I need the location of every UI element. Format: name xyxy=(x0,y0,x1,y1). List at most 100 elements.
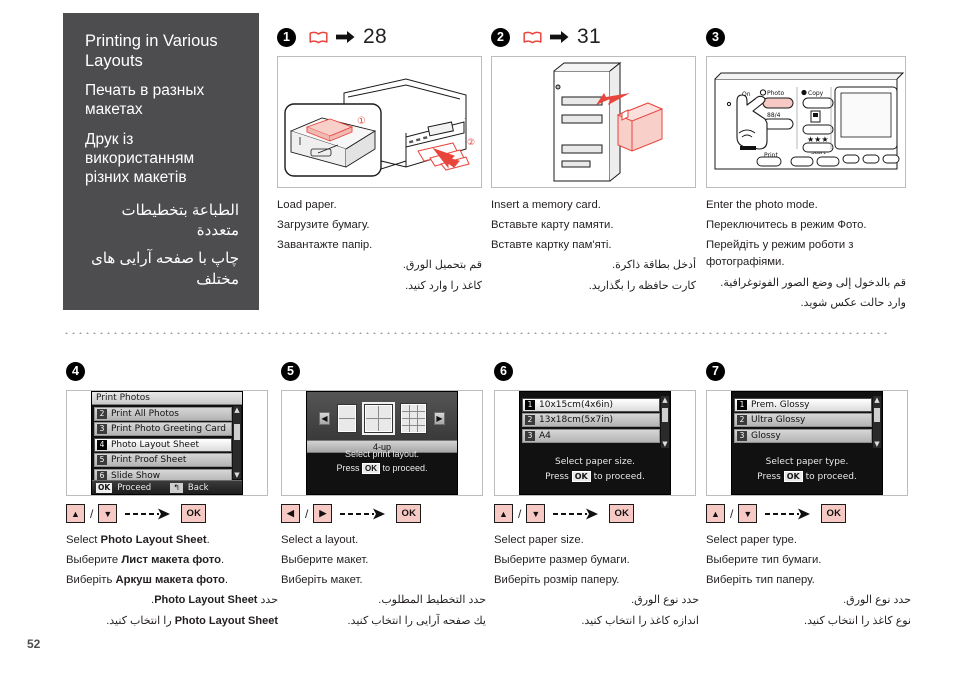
list-item-number: 2 xyxy=(737,415,747,425)
step-2-caption-en: Insert a memory card. xyxy=(491,199,601,211)
layout-thumbnail-multi[interactable] xyxy=(400,402,427,434)
ok-button[interactable]: OK xyxy=(181,504,207,523)
step-4-caption-ru: Выберите Лист макета фото. xyxy=(66,552,278,569)
caption-prefix: Select xyxy=(66,534,101,546)
scroll-up-icon[interactable]: ▲ xyxy=(233,406,241,414)
manual-page: Printing in Various Layouts Печать в раз… xyxy=(0,0,954,673)
up-button[interactable]: ▲ xyxy=(494,504,513,523)
svg-text:88/4: 88/4 xyxy=(767,112,781,119)
dashed-arrow-icon xyxy=(340,508,388,520)
list-item[interactable]: 3 A4 xyxy=(522,428,660,443)
lcd-instruction: Select paper type. Press OK to proceed. xyxy=(732,455,882,484)
list-item-selected[interactable]: 1 Prem. Glossy xyxy=(734,397,872,412)
list-item[interactable]: 2 13x18cm(5x7in) xyxy=(522,413,660,427)
step-3-caption-en: Enter the photo mode. xyxy=(706,199,818,211)
menu-item-label: Print All Photos xyxy=(111,408,179,419)
caption-bold: Аркуш макета фото xyxy=(115,574,225,587)
step-5: 5 ◀ ▶ 4-up Select print layout. Press OK… xyxy=(281,358,486,633)
back-icon: ↰ xyxy=(170,482,183,493)
scroll-down-icon[interactable]: ▼ xyxy=(873,440,881,448)
row-divider xyxy=(63,332,887,334)
layout-thumbnail-4up-selected[interactable] xyxy=(362,401,395,435)
step-7-caption: Select paper type. Выберите тип бумаги. … xyxy=(706,532,911,630)
title-persian: چاپ با صفحه آرایی های مختلف xyxy=(91,250,239,288)
menu-item[interactable]: 5 Print Proof Sheet xyxy=(94,453,232,467)
menu-item-number: 5 xyxy=(97,455,107,465)
lcd-paper-size-list: 1 10x15cm(4x6in) 2 13x18cm(5x7in) 3 A4 ▲… xyxy=(519,391,671,495)
step-4-caption-uk: Виберіть Аркуш макета фото. xyxy=(66,572,278,589)
layout-prev-button[interactable]: ◀ xyxy=(319,411,330,425)
up-button[interactable]: ▲ xyxy=(66,504,85,523)
step-3-caption-ru: Переключитесь в режим Фото. xyxy=(706,219,867,232)
right-button[interactable]: ▶ xyxy=(313,504,333,523)
ok-button[interactable]: OK xyxy=(609,504,635,523)
list-item[interactable]: 3 Glossy xyxy=(734,428,872,443)
caption-bold: Photo Layout Sheet xyxy=(100,534,207,546)
scroll-up-icon[interactable]: ▲ xyxy=(661,396,669,404)
step-6-caption-uk: Виберіть розмір паперу. xyxy=(494,574,620,587)
instruction-suffix: to proceed. xyxy=(590,471,645,482)
step-1-caption-en: Load paper. xyxy=(277,199,337,211)
lcd-title: Print Photos xyxy=(92,392,242,405)
ok-button[interactable]: OK xyxy=(821,504,847,523)
lcd-layout-chooser: ◀ ▶ 4-up Select print layout. Press OK t… xyxy=(306,391,458,495)
step-4: 4 Print Photos 2 Print All Photos 3 Prin… xyxy=(66,358,278,633)
step-4-caption-fa: Photo Layout Sheet را انتخاب کنید. xyxy=(66,613,278,630)
instruction-suffix: to proceed. xyxy=(802,471,857,482)
scrollbar-thumb[interactable] xyxy=(874,408,880,422)
scrollbar-thumb[interactable] xyxy=(234,424,240,440)
step-1-number: 1 xyxy=(277,27,296,47)
list-item-number: 3 xyxy=(525,430,535,441)
step-2-caption-ar: أدخل بطاقة ذاكرة. xyxy=(612,259,696,272)
caption-bold: Photo Layout Sheet xyxy=(174,614,278,627)
step-1: 1 28 ② ① Load paper. Загрузите бумагу. З… xyxy=(277,24,482,298)
step-4-caption: Select Photo Layout Sheet. Выберите Лист… xyxy=(66,532,278,630)
instruction-prefix: Press xyxy=(757,471,784,482)
down-button[interactable]: ▼ xyxy=(526,504,546,523)
scroll-down-icon[interactable]: ▼ xyxy=(661,440,669,448)
step-5-key-row: ◀ / ▶ OK xyxy=(281,504,486,523)
step-5-caption-fa: يك صفحه آرایی را انتخاب کنید. xyxy=(347,614,487,627)
step-4-key-row: ▲ / ▼ OK xyxy=(66,504,278,523)
scrollbar-thumb[interactable] xyxy=(662,408,668,422)
step-5-caption: Select a layout. Выберите макет. Виберіт… xyxy=(281,532,486,630)
step-7-caption-ru: Выберите тип бумаги. xyxy=(706,554,822,567)
menu-item-label: Photo Layout Sheet xyxy=(111,439,200,450)
key-separator: / xyxy=(730,506,734,521)
instruction-line-1: Select print layout. xyxy=(344,448,420,459)
step-2-number: 2 xyxy=(491,27,510,47)
step-5-header: 5 xyxy=(281,358,486,384)
footer-proceed-label: Proceed xyxy=(117,482,152,493)
scroll-up-icon[interactable]: ▲ xyxy=(873,396,881,404)
scroll-down-icon[interactable]: ▼ xyxy=(233,471,241,479)
footer-back-label: Back xyxy=(187,482,209,493)
menu-item[interactable]: 3 Print Photo Greeting Card xyxy=(94,422,232,436)
hand-pointer-icon xyxy=(736,94,768,150)
instruction-line-1: Select paper size. xyxy=(555,457,635,468)
down-button[interactable]: ▼ xyxy=(98,504,118,523)
step-1-caption-ar: قم بتحميل الورق. xyxy=(402,259,482,272)
caption-bold: Лист макета фото xyxy=(121,554,222,567)
layout-next-button[interactable]: ▶ xyxy=(434,411,445,425)
layout-thumbnail-2up[interactable] xyxy=(337,403,357,433)
list-item-selected[interactable]: 1 10x15cm(4x6in) xyxy=(522,397,660,412)
list-item[interactable]: 2 Ultra Glossy xyxy=(734,413,872,427)
menu-item-selected[interactable]: 4 Photo Layout Sheet xyxy=(94,437,232,452)
lcd-scrollbar[interactable]: ▲ ▼ xyxy=(873,396,881,448)
step-3-caption: Enter the photo mode. Переключитесь в ре… xyxy=(706,197,906,312)
menu-item[interactable]: 2 Print All Photos xyxy=(94,406,232,421)
down-button[interactable]: ▼ xyxy=(738,504,758,523)
step-2: 2 31 Insert a memory card. Вставьте карт… xyxy=(491,24,696,298)
left-button[interactable]: ◀ xyxy=(281,504,300,523)
list-item-number: 1 xyxy=(525,399,535,410)
lcd-scrollbar[interactable]: ▲ ▼ xyxy=(233,406,241,479)
ok-button[interactable]: OK xyxy=(396,504,422,523)
step-6-caption-en: Select paper size. xyxy=(494,534,584,546)
up-button[interactable]: ▲ xyxy=(706,504,725,523)
step-5-caption-en: Select a layout. xyxy=(281,534,359,546)
lcd-scrollbar[interactable]: ▲ ▼ xyxy=(661,396,669,448)
step-1-caption-fa: کاغذ را وارد کنید. xyxy=(405,279,482,292)
list-item-label: Prem. Glossy xyxy=(751,399,810,410)
page-number: 52 xyxy=(27,637,41,651)
caption-prefix: Выберите xyxy=(66,554,122,567)
